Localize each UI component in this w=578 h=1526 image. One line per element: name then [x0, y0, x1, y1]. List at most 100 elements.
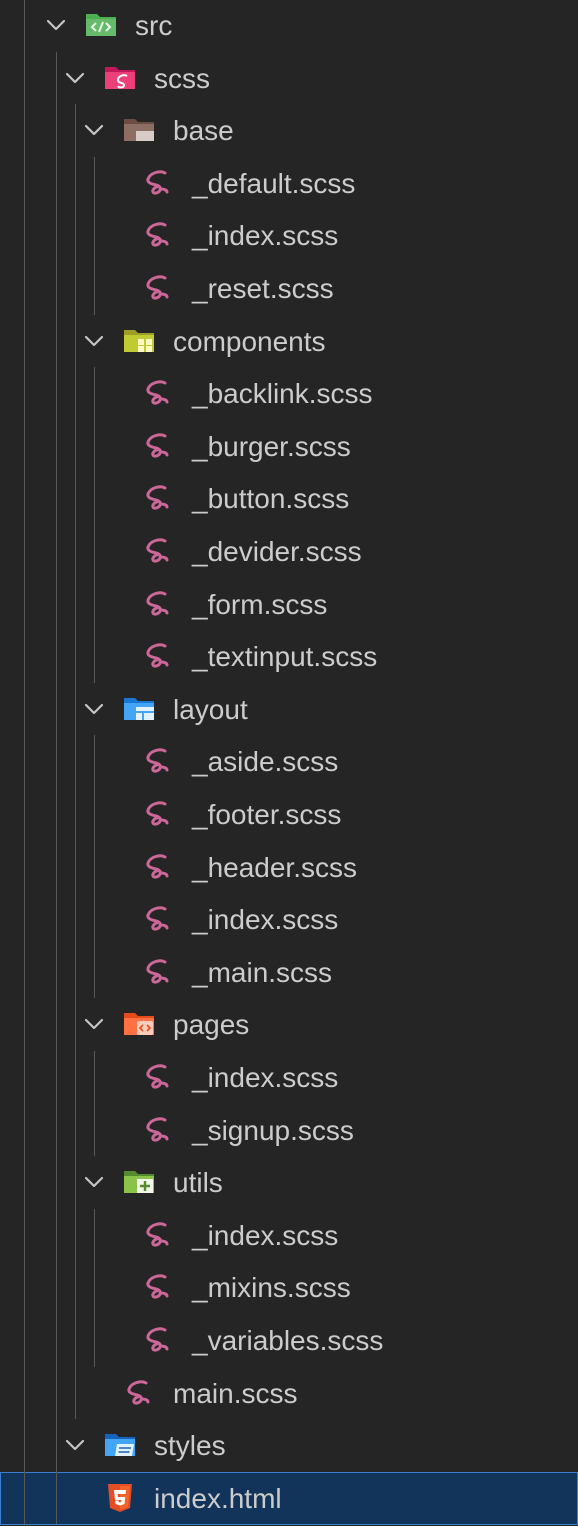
file-label: _reset.scss	[192, 273, 334, 304]
indent-guide	[94, 156, 95, 315]
sass-file-icon	[141, 902, 175, 936]
file-row-form-scss[interactable]: _form.scss	[0, 578, 578, 631]
file-label: _index.scss	[192, 1219, 339, 1251]
file-row-main-scss[interactable]: main.scss	[0, 1367, 578, 1420]
file-row-index-scss[interactable]: _index.scss	[0, 1051, 578, 1104]
file-label: _default.scss	[192, 167, 356, 199]
folder-css-icon	[103, 1428, 137, 1462]
file-row-default-scss[interactable]: _default.scss	[0, 157, 578, 210]
chevron-down-icon[interactable]	[63, 1433, 87, 1457]
file-label: _index.scss	[192, 220, 339, 252]
file-row-main-scss[interactable]: _main.scss	[0, 946, 578, 999]
html-file-icon	[103, 1481, 137, 1515]
indent-guide	[56, 51, 57, 1525]
folder-sass-icon	[103, 61, 137, 95]
sass-file-icon	[141, 587, 175, 621]
folder-row-src[interactable]: src	[0, 0, 578, 52]
sass-file-icon	[141, 744, 175, 778]
sass-file-icon	[141, 955, 175, 989]
sass-file-icon	[141, 1060, 175, 1094]
file-row-signup-scss[interactable]: _signup.scss	[0, 1104, 578, 1157]
file-row-header-scss[interactable]: _header.scss	[0, 841, 578, 894]
file-row-mixins-scss[interactable]: _mixins.scss	[0, 1261, 578, 1314]
file-row-index-scss[interactable]: _index.scss	[0, 893, 578, 946]
file-row-index-html[interactable]: index.html	[0, 1471, 578, 1525]
sass-file-icon	[141, 797, 175, 831]
file-label: _backlink.scss	[192, 378, 373, 410]
indent-guide	[75, 104, 76, 1420]
file-label: _mixins.scss	[192, 1272, 351, 1304]
sass-file-icon	[141, 850, 175, 884]
sass-file-icon	[141, 1218, 175, 1252]
folder-utils-icon	[122, 1165, 156, 1199]
folder-label: src	[135, 10, 173, 41]
sass-file-icon	[141, 218, 175, 252]
folder-row-utils[interactable]: utils	[0, 1156, 578, 1209]
file-row-index-scss[interactable]: _index.scss	[0, 209, 578, 262]
indent-guide	[94, 735, 95, 999]
sass-file-icon	[122, 1376, 156, 1410]
folder-row-pages[interactable]: pages	[0, 998, 578, 1051]
chevron-down-icon[interactable]	[82, 1012, 106, 1036]
sass-file-icon	[141, 429, 175, 463]
file-row-index-scss[interactable]: _index.scss	[0, 1209, 578, 1262]
indent-guide	[24, 0, 25, 1526]
file-label: _variables.scss	[192, 1325, 384, 1356]
chevron-down-icon[interactable]	[82, 329, 106, 353]
file-label: _index.scss	[192, 1062, 339, 1093]
chevron-down-icon[interactable]	[82, 1170, 106, 1194]
file-row-aside-scss[interactable]: _aside.scss	[0, 735, 578, 788]
folder-label: components	[173, 325, 326, 357]
sass-file-icon	[141, 271, 175, 305]
file-row-textinput-scss[interactable]: _textinput.scss	[0, 630, 578, 683]
file-label: index.html	[154, 1482, 282, 1514]
file-label: _signup.scss	[192, 1114, 354, 1146]
indent-guide	[94, 367, 95, 683]
file-row-variables-scss[interactable]: _variables.scss	[0, 1314, 578, 1367]
indent-guide	[94, 1208, 95, 1367]
chevron-down-icon[interactable]	[44, 13, 68, 37]
file-label: _textinput.scss	[192, 641, 378, 673]
sass-file-icon	[141, 481, 175, 515]
folder-label: utils	[173, 1167, 223, 1199]
indent-guide	[94, 1051, 95, 1157]
folder-layout-icon	[122, 692, 156, 726]
chevron-down-icon[interactable]	[82, 118, 106, 142]
chevron-down-icon[interactable]	[82, 697, 106, 721]
file-row-footer-scss[interactable]: _footer.scss	[0, 788, 578, 841]
file-explorer-tree: src scss base _default.scss _index.scss _rese…	[0, 0, 578, 1526]
folder-row-components[interactable]: components	[0, 315, 578, 368]
sass-file-icon	[141, 1270, 175, 1304]
file-label: main.scss	[173, 1377, 298, 1409]
file-row-reset-scss[interactable]: _reset.scss	[0, 262, 578, 315]
folder-row-base[interactable]: base	[0, 104, 578, 157]
sass-file-icon	[141, 534, 175, 568]
chevron-down-icon[interactable]	[63, 66, 87, 90]
sass-file-icon	[141, 1113, 175, 1147]
folder-pages-icon	[122, 1007, 156, 1041]
folder-label: scss	[154, 62, 210, 94]
folder-components-icon	[122, 324, 156, 358]
file-label: _button.scss	[192, 483, 350, 515]
folder-label: pages	[173, 1009, 250, 1041]
folder-src-icon	[84, 8, 118, 42]
file-row-button-scss[interactable]: _button.scss	[0, 472, 578, 525]
sass-file-icon	[141, 376, 175, 410]
file-row-devider-scss[interactable]: _devider.scss	[0, 525, 578, 578]
file-label: _form.scss	[192, 588, 328, 620]
sass-file-icon	[141, 1323, 175, 1357]
file-label: _devider.scss	[192, 536, 362, 567]
folder-base-icon	[122, 113, 156, 147]
file-label: _burger.scss	[192, 430, 351, 462]
file-label: _footer.scss	[192, 799, 342, 830]
folder-row-styles[interactable]: styles	[0, 1419, 578, 1472]
file-label: _aside.scss	[192, 746, 339, 778]
file-label: _index.scss	[192, 904, 339, 936]
file-row-burger-scss[interactable]: _burger.scss	[0, 420, 578, 473]
folder-row-scss[interactable]: scss	[0, 52, 578, 105]
file-label: _header.scss	[192, 851, 357, 883]
file-label: _main.scss	[192, 956, 333, 988]
sass-file-icon	[141, 639, 175, 673]
folder-row-layout[interactable]: layout	[0, 683, 578, 736]
file-row-backlink-scss[interactable]: _backlink.scss	[0, 367, 578, 420]
